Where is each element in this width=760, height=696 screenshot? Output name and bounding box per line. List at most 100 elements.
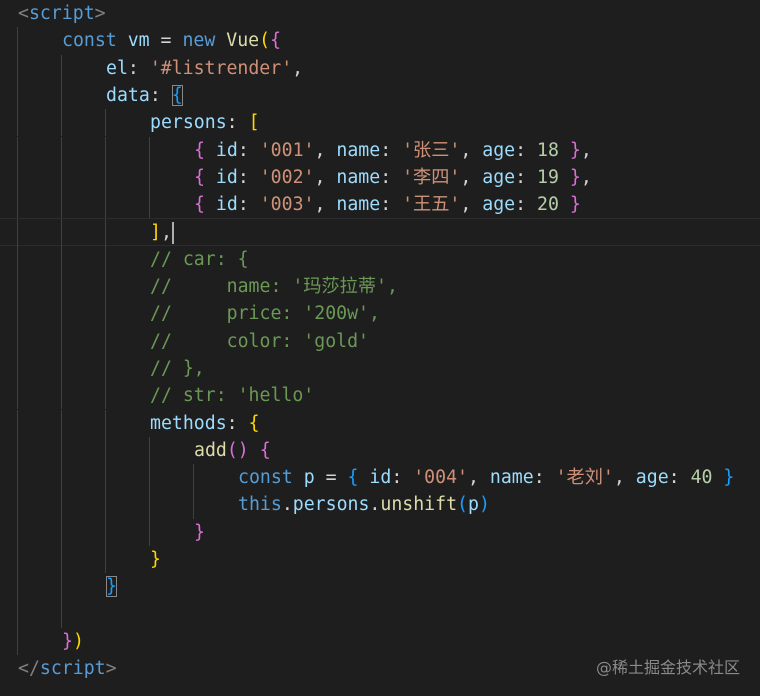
- code-token: // price: '200w',: [150, 303, 380, 325]
- indent-guide: [17, 273, 18, 301]
- code-line[interactable]: }: [0, 546, 760, 574]
- code-token: {: [194, 194, 205, 216]
- code-token: add: [194, 439, 227, 461]
- indent-guide: [105, 518, 106, 546]
- code-token: ,: [314, 194, 337, 216]
- code-token: =: [314, 467, 348, 489]
- indent-guide: [17, 54, 18, 82]
- indent-guide: [17, 163, 18, 192]
- code-line[interactable]: data: {: [0, 81, 760, 110]
- indent-guide: [17, 300, 18, 328]
- watermark: @稀土掘金技术社区: [595, 658, 740, 677]
- indent-guide: [17, 573, 18, 601]
- code-text: }: [106, 573, 117, 600]
- code-token: persons: [150, 112, 227, 134]
- code-token: '李四': [402, 166, 461, 188]
- indent-guide: [61, 273, 62, 301]
- code-text: }): [62, 628, 84, 655]
- code-line[interactable]: el: '#listrender',: [0, 54, 760, 82]
- code-line[interactable]: methods: {: [0, 409, 760, 437]
- code-token: {: [171, 84, 183, 106]
- indent-guide: [61, 54, 62, 82]
- code-text: el: '#listrender',: [106, 55, 303, 82]
- code-line[interactable]: }: [0, 573, 760, 601]
- code-token: >: [105, 658, 117, 680]
- code-token: p: [467, 494, 479, 516]
- code-token: :: [515, 194, 538, 216]
- indent-guide: [61, 382, 62, 410]
- indent-guide: [61, 109, 62, 137]
- indent-guide: [17, 219, 18, 247]
- code-token: :: [515, 166, 538, 188]
- code-token: 18: [537, 139, 559, 161]
- code-line[interactable]: }: [0, 518, 760, 546]
- code-token: {: [194, 139, 205, 161]
- code-line[interactable]: { id: '002', name: '李四', age: 19 },: [0, 163, 760, 192]
- code-line[interactable]: }): [0, 627, 760, 656]
- indent-guide: [17, 518, 18, 546]
- code-token: ): [72, 630, 84, 652]
- indent-guide: [149, 191, 150, 219]
- indent-guide: [193, 491, 194, 519]
- code-line[interactable]: // str: 'hello': [0, 382, 760, 410]
- code-token: id: [369, 467, 392, 489]
- code-token: </: [18, 658, 40, 680]
- code-token: :: [237, 194, 260, 216]
- code-token: :: [668, 467, 691, 489]
- code-line[interactable]: <script>: [0, 0, 760, 27]
- code-line[interactable]: persons: [: [0, 109, 760, 137]
- code-token: // car: {: [150, 248, 249, 270]
- code-line[interactable]: // },: [0, 354, 760, 383]
- indent-guide: [105, 109, 106, 137]
- code-token: name: [336, 194, 381, 216]
- indent-guide: [105, 354, 106, 383]
- indent-guide: [17, 546, 18, 574]
- code-line[interactable]: { id: '003', name: '王五', age: 20 }: [0, 191, 760, 219]
- code-line[interactable]: { id: '001', name: '张三', age: 18 },: [0, 136, 760, 164]
- code-line[interactable]: // color: 'gold': [0, 327, 760, 355]
- code-line[interactable]: // name: '玛莎拉蒂',: [0, 273, 760, 301]
- code-token: data: [106, 84, 150, 106]
- code-token: const: [62, 30, 117, 52]
- code-line[interactable]: ],: [0, 218, 760, 247]
- code-line[interactable]: const vm = new Vue({: [0, 27, 760, 55]
- indent-guide: [61, 518, 62, 546]
- code-text: // str: 'hello': [150, 382, 314, 409]
- code-token: name: [336, 139, 381, 161]
- code-token: Vue: [226, 30, 260, 52]
- code-token: }: [194, 521, 205, 543]
- code-text: methods: {: [150, 410, 260, 437]
- code-text: this.persons.unshift(p): [238, 491, 490, 518]
- code-token: }: [569, 194, 581, 216]
- code-text: // price: '200w',: [150, 300, 380, 327]
- code-line[interactable]: [0, 600, 760, 628]
- indent-guide: [105, 546, 106, 574]
- code-token: '张三': [402, 139, 461, 161]
- code-line[interactable]: // price: '200w',: [0, 300, 760, 328]
- code-line[interactable]: const p = { id: '004', name: '老刘', age: …: [0, 464, 760, 492]
- indent-guide: [61, 327, 62, 355]
- code-token: ]: [150, 222, 161, 244]
- code-token: }: [106, 576, 117, 598]
- indent-guide: [105, 464, 106, 492]
- code-token: ,: [460, 166, 483, 188]
- code-token: :: [237, 139, 260, 161]
- code-token: script: [39, 658, 106, 680]
- code-editor[interactable]: <script> const vm = new Vue({el: '#listre…: [0, 0, 760, 696]
- code-token: 40: [690, 467, 713, 489]
- code-token: ,: [460, 194, 483, 216]
- code-line[interactable]: add() {: [0, 436, 760, 465]
- indent-guide: [17, 436, 18, 465]
- code-token: :: [380, 139, 403, 161]
- code-token: age: [635, 467, 669, 489]
- code-line[interactable]: // car: {: [0, 245, 760, 273]
- code-token: ,: [314, 166, 337, 188]
- code-line[interactable]: this.persons.unshift(p): [0, 491, 760, 519]
- indent-guide: [61, 219, 62, 247]
- indent-guide: [17, 464, 18, 492]
